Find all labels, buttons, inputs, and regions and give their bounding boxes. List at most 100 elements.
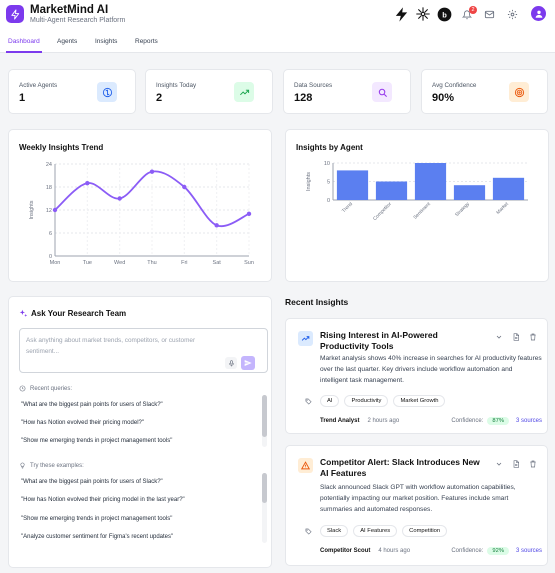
stat-label: Data Sources xyxy=(294,82,333,89)
confidence-label: Confidence: xyxy=(451,548,484,554)
stat-label: Insights Today xyxy=(156,82,197,89)
examples-scroll-thumb[interactable] xyxy=(262,473,267,503)
stat-value: 1 xyxy=(19,92,26,104)
app-header: MarketMind AI Multi-Agent Research Platf… xyxy=(0,0,555,31)
recent-scroll-thumb[interactable] xyxy=(262,395,267,437)
example-query[interactable]: "Analyze customer sentiment for Figma's … xyxy=(21,534,173,540)
tab-reports[interactable]: Reports xyxy=(135,38,158,45)
y-axis-label: Insights xyxy=(306,172,312,191)
data-point xyxy=(182,184,187,190)
x-tick-label: Market xyxy=(495,201,510,216)
x-tick-label: Fri xyxy=(181,260,187,266)
y-tick-label: 0 xyxy=(327,198,330,204)
x-tick-label: Sat xyxy=(213,260,222,266)
active-tab-indicator xyxy=(6,51,42,53)
confidence-badge: 92% xyxy=(487,547,509,555)
data-point xyxy=(214,223,219,228)
recent-queries-label-text: Recent queries: xyxy=(30,385,73,392)
stat-value: 2 xyxy=(156,92,163,104)
recent-query[interactable]: "Show me emerging trends in project mana… xyxy=(21,438,172,444)
network-icon[interactable] xyxy=(415,6,431,22)
gear-icon[interactable] xyxy=(507,9,518,20)
recent-query[interactable]: "How has Notion evolved their pricing mo… xyxy=(21,420,144,426)
panel-title: Ask Your Research Team xyxy=(31,309,127,318)
send-icon xyxy=(244,360,252,366)
examples-scrollbar[interactable] xyxy=(262,473,267,543)
x-tick-label: Competitor xyxy=(372,201,393,222)
insight-tag[interactable]: AI xyxy=(320,395,340,407)
tag-icon xyxy=(305,398,312,405)
alert-triangle-icon xyxy=(298,458,313,473)
y-tick-label: 18 xyxy=(46,185,52,191)
bolt-icon[interactable] xyxy=(393,6,410,23)
data-point xyxy=(117,196,122,201)
recent-scrollbar[interactable] xyxy=(262,395,267,447)
confidence-badge: 87% xyxy=(487,417,509,425)
data-point xyxy=(52,207,58,213)
examples-label: Try these examples: xyxy=(19,462,84,469)
weekly-trend-panel: Weekly Insights Trend 0 6 12 18 24 Mon Tue Wed T… xyxy=(8,129,272,282)
y-tick-label: 6 xyxy=(49,231,52,237)
x-tick-label: Sentiment xyxy=(412,201,432,221)
bar xyxy=(492,177,525,200)
sources-link[interactable]: 3 sources xyxy=(516,548,542,554)
app-subtitle: Multi-Agent Research Platform xyxy=(30,17,126,24)
insight-time: 4 hours ago xyxy=(378,548,411,554)
x-tick-label: Thu xyxy=(147,260,156,266)
insight-time: 2 hours ago xyxy=(367,418,400,424)
insight-body: Slack announced Slack GPT with workflow … xyxy=(320,484,516,514)
recent-query[interactable]: "What are the biggest pain points for us… xyxy=(21,402,163,408)
insight-tag[interactable]: Slack xyxy=(320,525,349,537)
ask-input[interactable] xyxy=(26,335,221,359)
insight-tag[interactable]: Productivity xyxy=(344,395,389,407)
x-tick-label: Strategy xyxy=(454,201,471,218)
trash-icon[interactable] xyxy=(529,333,537,341)
bar xyxy=(453,185,486,200)
example-query[interactable]: "How has Notion evolved their pricing mo… xyxy=(21,497,185,503)
chevron-down-icon[interactable] xyxy=(495,333,503,341)
stat-label: Avg Confidence xyxy=(432,82,477,89)
example-query[interactable]: "What are the biggest pain points for us… xyxy=(21,479,163,485)
ask-box xyxy=(19,328,268,373)
insight-tags: Slack AI Features Competition xyxy=(305,525,448,537)
svg-text:b: b xyxy=(442,10,447,19)
mail-icon[interactable] xyxy=(484,9,495,20)
mic-button[interactable] xyxy=(225,357,237,369)
y-tick-label: 5 xyxy=(327,180,330,186)
notification-badge: 2 xyxy=(469,6,477,14)
document-icon[interactable] xyxy=(512,460,520,468)
trending-up-icon xyxy=(298,331,313,346)
send-button[interactable] xyxy=(241,356,255,370)
logo xyxy=(6,5,24,23)
tab-agents[interactable]: Agents xyxy=(57,38,77,45)
stat-card-data-sources: Data Sources 128 xyxy=(283,69,411,114)
document-icon[interactable] xyxy=(512,333,520,341)
insight-footer: Competitor Scout 4 hours ago Confidence:… xyxy=(320,547,542,555)
nav-tabs: Dashboard Agents Insights Reports xyxy=(0,31,555,53)
insights-by-agent-chart: 0 5 10 Insights Trend Competitor Sentiment Stra… xyxy=(306,161,528,222)
mic-icon xyxy=(228,359,234,366)
x-tick-label: Mon xyxy=(50,260,61,266)
brand-circle-icon[interactable]: b xyxy=(437,7,452,22)
insight-title: Rising Interest in AI-Powered Productivi… xyxy=(320,330,438,351)
insight-tag[interactable]: AI Features xyxy=(353,525,398,537)
bar xyxy=(336,170,369,200)
insight-tag[interactable]: Competition xyxy=(402,525,448,537)
sources-link[interactable]: 3 sources xyxy=(516,418,542,424)
y-tick-label: 12 xyxy=(46,208,52,214)
chevron-down-icon[interactable] xyxy=(495,460,503,468)
bell-icon[interactable]: 2 xyxy=(461,6,477,21)
insight-tags: AI Productivity Market Growth xyxy=(305,395,446,407)
x-tick-label: Trend xyxy=(341,201,354,214)
tab-dashboard[interactable]: Dashboard xyxy=(8,38,40,45)
example-query[interactable]: "Show me emerging trends in project mana… xyxy=(21,516,172,522)
stat-value: 90% xyxy=(432,92,455,104)
trash-icon[interactable] xyxy=(529,460,537,468)
target-icon xyxy=(509,82,529,102)
insight-tag[interactable]: Market Growth xyxy=(393,395,446,407)
examples-label-text: Try these examples: xyxy=(30,462,84,469)
tag-icon xyxy=(305,528,312,535)
avatar[interactable] xyxy=(531,6,546,21)
x-tick-label: Sun xyxy=(244,260,254,266)
tab-insights[interactable]: Insights xyxy=(95,38,117,45)
